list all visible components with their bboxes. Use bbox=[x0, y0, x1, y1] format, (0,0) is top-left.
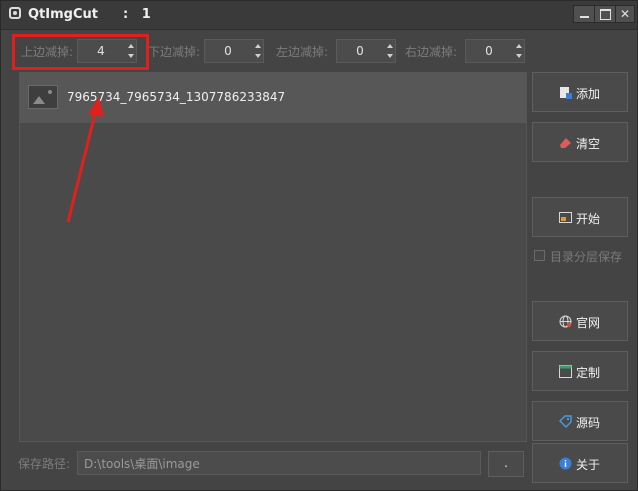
annotation-arrow-icon bbox=[66, 97, 104, 223]
